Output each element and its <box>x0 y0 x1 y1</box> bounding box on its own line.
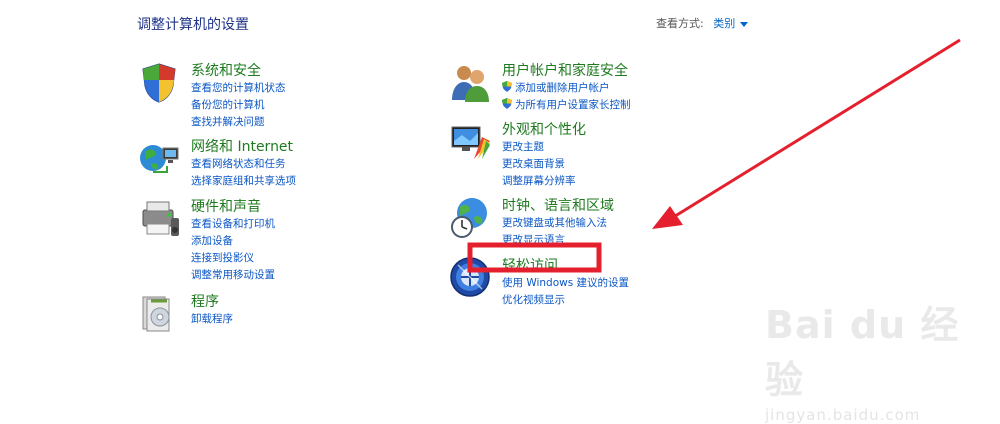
link-homegroup-sharing[interactable]: 选择家庭组和共享选项 <box>191 173 296 190</box>
link-label[interactable]: 添加或删除用户帐户 <box>515 82 610 94</box>
link-change-display-language[interactable]: 更改显示语言 <box>502 232 607 249</box>
link-mobility-settings[interactable]: 调整常用移动设置 <box>191 267 275 284</box>
category-title[interactable]: 程序 <box>191 291 219 311</box>
uac-shield-icon <box>502 98 512 109</box>
category-title[interactable]: 用户帐户和家庭安全 <box>502 60 628 80</box>
link-windows-recommended-settings[interactable]: 使用 Windows 建议的设置 <box>502 275 629 292</box>
link-uninstall-program[interactable]: 卸载程序 <box>191 311 233 328</box>
link-add-remove-accounts[interactable]: 添加或删除用户帐户 <box>502 80 631 97</box>
link-change-keyboard-input[interactable]: 更改键盘或其他输入法 <box>502 215 607 232</box>
link-find-fix-problems[interactable]: 查找并解决问题 <box>191 114 286 131</box>
hardware-sound-icon <box>142 201 179 236</box>
link-screen-resolution[interactable]: 调整屏幕分辨率 <box>502 173 576 190</box>
programs-icon <box>142 296 170 332</box>
watermark-logo: Bai du 经验 <box>765 303 960 402</box>
view-by-value[interactable]: 类别 <box>713 17 735 30</box>
category-title[interactable]: 系统和安全 <box>191 60 261 80</box>
uac-shield-icon <box>502 81 512 92</box>
chevron-down-icon[interactable] <box>740 21 749 27</box>
category-title[interactable]: 硬件和声音 <box>191 196 261 216</box>
arrow-shaft <box>671 38 961 220</box>
link-label[interactable]: 为所有用户设置家长控制 <box>515 99 631 111</box>
link-view-computer-status[interactable]: 查看您的计算机状态 <box>191 80 286 97</box>
link-connect-projector[interactable]: 连接到投影仪 <box>191 250 275 267</box>
system-security-icon <box>142 63 176 103</box>
link-view-network-status[interactable]: 查看网络状态和任务 <box>191 156 296 173</box>
link-parental-controls[interactable]: 为所有用户设置家长控制 <box>502 97 631 114</box>
clock-language-region-icon <box>451 198 487 238</box>
user-accounts-icon <box>452 66 489 102</box>
link-backup-computer[interactable]: 备份您的计算机 <box>191 97 286 114</box>
view-by: 查看方式: 类别 <box>656 15 749 31</box>
category-title[interactable]: 时钟、语言和区域 <box>502 195 614 215</box>
view-by-dropdown[interactable]: 类别 <box>713 17 749 30</box>
watermark-url: jingyan.baidu.com <box>765 406 921 424</box>
page-title: 调整计算机的设置 <box>137 17 249 33</box>
view-by-label: 查看方式: <box>656 17 704 30</box>
category-title[interactable]: 网络和 Internet <box>191 136 293 156</box>
link-change-theme[interactable]: 更改主题 <box>502 139 576 156</box>
category-title[interactable]: 外观和个性化 <box>502 119 586 139</box>
link-change-background[interactable]: 更改桌面背景 <box>502 156 576 173</box>
link-optimize-video-display[interactable]: 优化视频显示 <box>502 292 629 309</box>
link-add-device[interactable]: 添加设备 <box>191 233 275 250</box>
appearance-icon <box>451 126 490 159</box>
arrow-head <box>652 206 683 229</box>
category-title[interactable]: 轻松访问 <box>502 255 558 275</box>
network-icon <box>140 145 179 173</box>
watermark: Bai du 经验 jingyan.baidu.com <box>765 294 965 424</box>
ease-of-access-icon <box>450 257 490 297</box>
link-devices-printers[interactable]: 查看设备和打印机 <box>191 216 275 233</box>
